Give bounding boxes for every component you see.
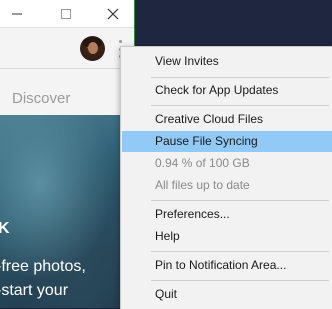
minimize-button[interactable] [0,0,34,27]
minimize-icon [12,13,22,14]
hero-banner [0,115,134,308]
window-titlebar [0,0,134,28]
menu-item-storage-usage: 0.94 % of 100 GB [155,156,250,170]
hero-mark: K [0,220,10,238]
app-window: Discover K -free photos, -start your [0,0,135,308]
menu-separator [151,77,329,78]
menu-item-preferences[interactable]: Preferences... [122,204,332,225]
nav-discover-tab[interactable]: Discover [12,90,70,107]
menu-separator [151,105,329,106]
app-toolbar [0,28,134,69]
menu-separator [151,200,329,201]
context-menu: View Invites Check for App Updates Creat… [120,46,332,309]
menu-item-help[interactable]: Help [122,226,332,247]
maximize-icon [61,8,71,19]
avatar-face [88,42,98,54]
close-icon [107,8,119,19]
menu-item-pin-notification-area[interactable]: Pin to Notification Area... [122,255,332,276]
hero-text-line-1: -free photos, [0,258,86,275]
menu-separator [151,280,329,281]
menu-item-creative-cloud-files[interactable]: Creative Cloud Files [122,109,332,130]
menu-item-view-invites[interactable]: View Invites [122,51,332,72]
menu-item-check-updates[interactable]: Check for App Updates [122,80,332,101]
hero-text-line-2: -start your [0,282,69,299]
menu-item-sync-status: All files up to date [155,178,250,192]
menu-separator [151,251,329,252]
maximize-button[interactable] [49,0,83,27]
user-avatar[interactable] [80,36,105,61]
menu-item-pause-file-syncing[interactable]: Pause File Syncing [122,131,332,152]
close-button[interactable] [96,0,130,27]
menu-item-quit[interactable]: Quit [122,284,332,305]
